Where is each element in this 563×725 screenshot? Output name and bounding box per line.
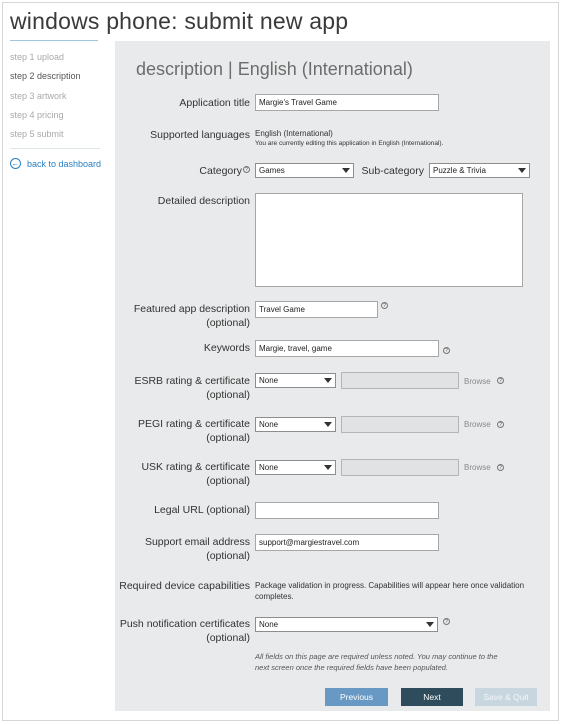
languages-note: You are currently editing this applicati… (255, 140, 444, 147)
previous-button[interactable]: Previous (325, 688, 388, 706)
featured-description-input[interactable]: Travel Game (255, 301, 378, 318)
capabilities-status: Package validation in progress. Capabili… (255, 580, 524, 602)
featured-description-label-line2: (optional) (206, 317, 250, 329)
chevron-down-icon (342, 168, 350, 173)
pegi-label: PEGI rating & certificate (optional) (138, 417, 250, 445)
pegi-value: None (259, 420, 279, 429)
sidebar: step 1 upload step 2 description step 3 … (10, 50, 110, 170)
push-cert-help-icon[interactable]: ? (443, 618, 450, 625)
support-email-label-line2: (optional) (206, 550, 250, 562)
esrb-certificate-field (341, 372, 459, 389)
required-fields-note-line2: next screen once the required fields hav… (255, 663, 449, 672)
required-fields-note-line1: All fields on this page are required unl… (255, 652, 498, 661)
keywords-label: Keywords (203, 342, 250, 354)
back-arrow-icon: ← (10, 158, 21, 170)
esrb-select[interactable]: None (255, 373, 336, 388)
app-title-label: Application title (179, 97, 250, 109)
page-title: windows phone: submit new app (10, 8, 349, 34)
app-title-input[interactable]: Margie's Travel Game (255, 94, 439, 111)
featured-description-label: Featured app description (optional) (134, 302, 250, 330)
legal-url-label: Legal URL (optional) (154, 504, 250, 516)
chevron-down-icon (518, 168, 526, 173)
usk-select[interactable]: None (255, 460, 336, 475)
usk-label-line1: USK rating & certificate (141, 461, 250, 473)
legal-url-input[interactable] (255, 502, 439, 519)
esrb-help-icon[interactable]: ? (497, 377, 504, 384)
sidebar-step-submit[interactable]: step 5 submit (10, 127, 110, 146)
sidebar-step-artwork[interactable]: step 3 artwork (10, 89, 110, 108)
push-cert-value: None (259, 620, 279, 629)
support-email-label: Support email address (optional) (145, 535, 250, 563)
push-cert-label: Push notification certificates (optional… (120, 617, 250, 645)
languages-label: Supported languages (150, 129, 250, 141)
keywords-input[interactable]: Margie, travel, game (255, 340, 439, 357)
sidebar-divider (10, 148, 100, 150)
capabilities-status-line2: completes. (255, 592, 294, 601)
required-fields-note: All fields on this page are required unl… (255, 651, 535, 673)
sidebar-step-description[interactable]: step 2 description (10, 69, 110, 88)
save-quit-button[interactable]: Save & Quit (475, 688, 537, 706)
keywords-help-icon[interactable]: ? (443, 347, 450, 354)
pegi-select[interactable]: None (255, 417, 336, 432)
chevron-down-icon (324, 378, 332, 383)
push-cert-select[interactable]: None (255, 617, 438, 632)
esrb-label-line2: (optional) (206, 389, 250, 401)
capabilities-status-line1: Package validation in progress. Capabili… (255, 581, 525, 590)
pegi-certificate-field (341, 416, 459, 433)
featured-description-label-line1: Featured app description (133, 303, 250, 315)
pegi-label-line1: PEGI rating & certificate (137, 418, 250, 430)
usk-help-icon[interactable]: ? (497, 464, 504, 471)
languages-value: English (International) (255, 129, 333, 138)
next-button[interactable]: Next (401, 688, 463, 706)
usk-label-line2: (optional) (206, 475, 250, 487)
push-cert-label-line1: Push notification certificates (119, 618, 250, 630)
pegi-label-line2: (optional) (206, 432, 250, 444)
category-select[interactable]: Games (255, 163, 354, 178)
push-cert-label-line2: (optional) (206, 632, 250, 644)
chevron-down-icon (426, 622, 434, 627)
back-to-dashboard-link[interactable]: ← back to dashboard (10, 158, 110, 170)
usk-label: USK rating & certificate (optional) (141, 460, 250, 488)
usk-browse-button[interactable]: Browse (464, 463, 491, 472)
chevron-down-icon (324, 465, 332, 470)
category-help-icon[interactable]: ? (243, 166, 250, 173)
esrb-value: None (259, 376, 279, 385)
usk-value: None (259, 463, 279, 472)
subcategory-select[interactable]: Puzzle & Trivia (429, 163, 530, 178)
back-to-dashboard-label: back to dashboard (27, 158, 102, 169)
featured-help-icon[interactable]: ? (381, 302, 388, 309)
pegi-browse-button[interactable]: Browse (464, 420, 491, 429)
sidebar-step-pricing[interactable]: step 4 pricing (10, 108, 110, 127)
subcategory-value: Puzzle & Trivia (433, 166, 486, 175)
category-value: Games (259, 166, 285, 175)
detailed-description-label: Detailed description (157, 195, 250, 207)
esrb-label-line1: ESRB rating & certificate (134, 375, 250, 387)
capabilities-label: Required device capabilities (119, 580, 250, 592)
usk-certificate-field (341, 459, 459, 476)
support-email-label-line1: Support email address (144, 536, 250, 548)
category-label: Category (199, 165, 242, 177)
sidebar-step-upload[interactable]: step 1 upload (10, 50, 110, 69)
detailed-description-textarea[interactable] (255, 193, 523, 287)
title-divider (10, 40, 98, 41)
esrb-browse-button[interactable]: Browse (464, 377, 491, 386)
esrb-label: ESRB rating & certificate (optional) (134, 374, 250, 402)
support-email-input[interactable]: support@margiestravel.com (255, 534, 439, 551)
chevron-down-icon (324, 422, 332, 427)
pegi-help-icon[interactable]: ? (497, 421, 504, 428)
section-title: description | English (International) (136, 59, 413, 79)
subcategory-label: Sub-category (361, 165, 424, 177)
